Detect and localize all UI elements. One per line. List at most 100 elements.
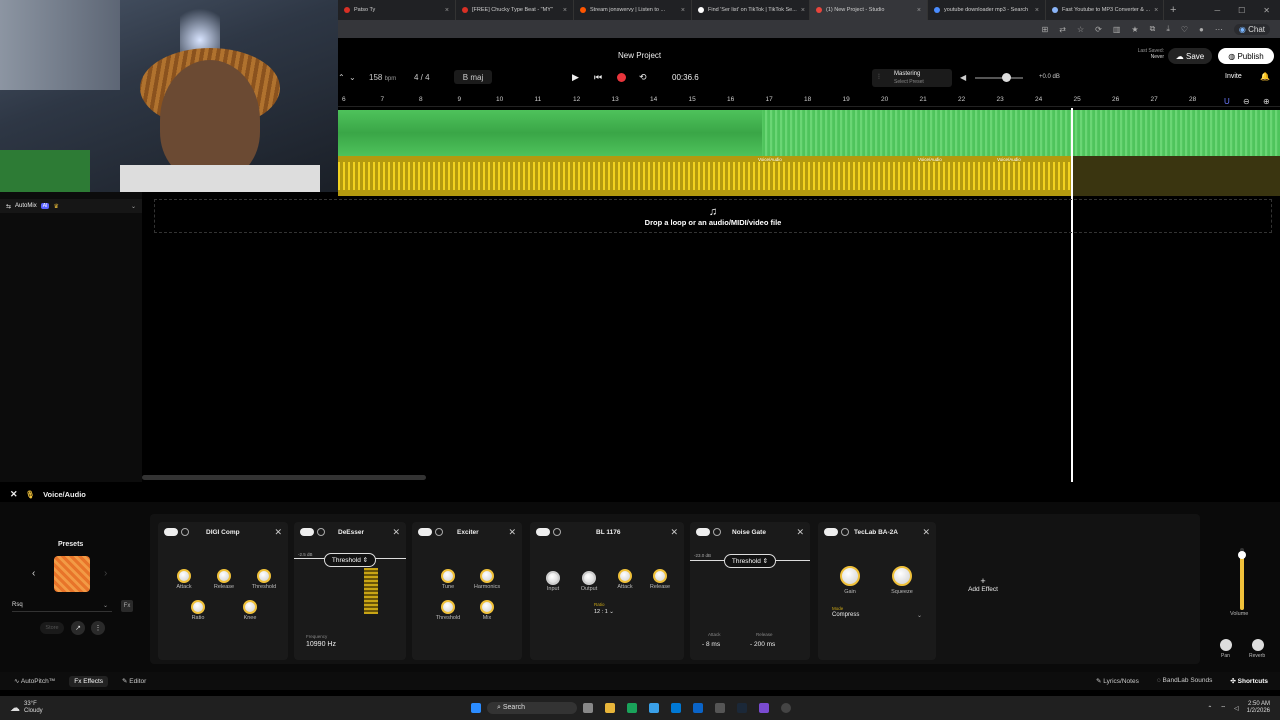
ratio-dropdown[interactable]: 12 : 1 ⌄ xyxy=(594,609,614,615)
chevron-down-icon[interactable]: ⌄ xyxy=(349,73,356,82)
close-tab-icon[interactable]: × xyxy=(801,7,805,14)
heart-icon[interactable]: ♡ xyxy=(1181,25,1188,34)
shortcuts-button[interactable]: ✣ Shortcuts xyxy=(1230,677,1268,685)
extension-icon[interactable]: ⊞ xyxy=(1042,25,1049,34)
chrome-icon[interactable] xyxy=(649,703,659,713)
close-icon[interactable]: ✕ xyxy=(922,527,930,538)
windows-start-icon[interactable] xyxy=(471,703,481,713)
release-knob[interactable] xyxy=(217,569,231,583)
publish-button[interactable]: ◍ Publish xyxy=(1218,48,1274,64)
more-icon[interactable]: ⋮ xyxy=(91,621,105,635)
power-icon[interactable] xyxy=(841,528,849,536)
collections-icon[interactable]: ⧉ xyxy=(1150,24,1156,34)
clock[interactable]: 2:50 AM 1/2/2026 xyxy=(1247,701,1270,715)
add-effect-button[interactable]: + Add Effect xyxy=(962,576,1004,593)
squeeze-knob[interactable] xyxy=(892,566,912,586)
volume-icon[interactable]: ◁ xyxy=(1234,705,1239,712)
master-volume-slider[interactable] xyxy=(975,77,1023,79)
star-icon[interactable]: ☆ xyxy=(1077,25,1084,34)
tray-chevron-icon[interactable]: ⌃ xyxy=(1207,705,1212,712)
steam-icon[interactable] xyxy=(737,703,747,713)
notification-bell-icon[interactable]: 🔔 xyxy=(1260,72,1270,81)
threshold-knob[interactable] xyxy=(441,600,455,614)
metronome-icon[interactable]: ⌃ xyxy=(338,73,345,82)
close-tab-icon[interactable]: × xyxy=(1035,7,1039,14)
lyrics-notes-button[interactable]: ✎ Lyrics/Notes xyxy=(1096,677,1139,685)
threshold-dropdown[interactable]: Threshold ⇕ xyxy=(724,554,776,568)
plugin-toggle[interactable] xyxy=(300,528,314,536)
close-icon[interactable]: ✕ xyxy=(508,527,516,538)
chevron-right-icon[interactable]: › xyxy=(104,568,107,579)
plugin-toggle[interactable] xyxy=(536,528,550,536)
pan-knob[interactable] xyxy=(1220,639,1232,651)
close-tab-icon[interactable]: × xyxy=(563,7,567,14)
power-icon[interactable] xyxy=(553,528,561,536)
key-selector[interactable]: B maj xyxy=(454,70,492,84)
favorites-icon[interactable]: ★ xyxy=(1131,25,1138,34)
plugin-toggle[interactable] xyxy=(696,528,710,536)
zoom-out-icon[interactable]: ⊖ xyxy=(1243,97,1250,106)
effects-tab[interactable]: Fx Effects xyxy=(69,675,109,687)
playhead[interactable] xyxy=(1071,108,1073,482)
taskbar-search[interactable]: ⌕ Search xyxy=(487,702,577,714)
translate-icon[interactable]: ⇄ xyxy=(1059,25,1066,34)
automix-row[interactable]: ⇆ AutoMix AI ♛ ⌄ xyxy=(0,199,142,213)
horizontal-scrollbar[interactable] xyxy=(142,475,426,480)
drop-zone[interactable]: ♫ Drop a loop or an audio/MIDI/video fil… xyxy=(154,199,1272,233)
frequency-band[interactable] xyxy=(364,568,378,614)
mail-icon[interactable] xyxy=(693,703,703,713)
browser-tab[interactable]: [FREE] Chucky Type Beat - "MY" × xyxy=(456,0,574,20)
mode-dropdown[interactable]: Compress ⌄ xyxy=(832,612,922,619)
project-title[interactable]: New Project xyxy=(618,51,668,60)
invite-button[interactable]: Invite xyxy=(1225,73,1242,80)
file-explorer-icon[interactable] xyxy=(605,703,615,713)
output-knob[interactable] xyxy=(582,571,596,585)
preset-dropdown[interactable]: Rsq ⌄ xyxy=(12,602,112,612)
media-icon[interactable] xyxy=(781,703,791,713)
tune-knob[interactable] xyxy=(441,569,455,583)
browser-tab[interactable]: Fast Youtube to MP3 Converter & ... × xyxy=(1046,0,1164,20)
record-icon[interactable] xyxy=(617,73,626,82)
store-button[interactable]: Store xyxy=(40,622,64,634)
audio-clip-voice[interactable]: Voice/Audio Voice/Audio Voice/Audio xyxy=(338,156,1072,196)
skip-back-icon[interactable]: ⏮ xyxy=(594,72,602,83)
task-view-icon[interactable] xyxy=(583,703,593,713)
mix-knob[interactable] xyxy=(480,600,494,614)
close-icon[interactable]: ✕ xyxy=(392,527,400,538)
download-icon[interactable]: ⤓ xyxy=(1166,24,1170,34)
time-signature[interactable]: 4 / 4 xyxy=(414,73,430,82)
close-icon[interactable]: ✕ xyxy=(670,527,678,538)
reverb-knob[interactable] xyxy=(1252,639,1264,651)
maximize-icon[interactable]: ☐ xyxy=(1238,6,1245,15)
bandlab-sounds-button[interactable]: ◌ BandLab Sounds xyxy=(1157,677,1213,685)
magnet-icon[interactable]: U xyxy=(1224,97,1230,106)
edge-icon[interactable] xyxy=(627,703,637,713)
master-volume-thumb[interactable] xyxy=(1002,73,1011,82)
preset-artwork[interactable] xyxy=(54,556,90,592)
audio-clip-green[interactable] xyxy=(338,110,1280,156)
speaker-icon[interactable]: ◀ xyxy=(960,73,966,82)
store-icon[interactable] xyxy=(671,703,681,713)
power-icon[interactable] xyxy=(181,528,189,536)
more-icon[interactable]: ⋯ xyxy=(1215,25,1223,34)
timeline-ruler[interactable]: 6 7 8 9 10 11 12 13 14 15 16 17 18 19 20 21 22 23 24 25 26 27… xyxy=(338,93,1280,107)
threshold-knob[interactable] xyxy=(257,569,271,583)
track-lane-empty[interactable] xyxy=(1072,156,1280,196)
power-icon[interactable] xyxy=(317,528,325,536)
plugin-toggle[interactable] xyxy=(824,528,838,536)
autopitch-tab[interactable]: ∿ AutoPitch™ xyxy=(14,677,55,685)
browser-tab-active[interactable]: (1) New Project - Studio × xyxy=(810,0,928,20)
close-icon[interactable]: ✕ xyxy=(10,489,18,500)
browser-tab[interactable]: Find 'Ser list' on TikTok | TikTok Se...… xyxy=(692,0,810,20)
refresh-icon[interactable]: ⟳ xyxy=(1095,25,1102,34)
attack-knob[interactable] xyxy=(618,569,632,583)
threshold-dropdown[interactable]: Threshold ⇕ xyxy=(324,553,376,567)
close-tab-icon[interactable]: × xyxy=(1154,7,1158,14)
split-view-icon[interactable]: ▥ xyxy=(1113,25,1121,34)
close-icon[interactable]: ✕ xyxy=(274,527,282,538)
input-knob[interactable] xyxy=(546,571,560,585)
app-icon[interactable] xyxy=(715,703,725,713)
release-value[interactable]: - 200 ms xyxy=(750,641,775,648)
bpm-display[interactable]: 158 bpm xyxy=(369,73,396,82)
loop-icon[interactable]: ⟲ xyxy=(639,72,647,83)
